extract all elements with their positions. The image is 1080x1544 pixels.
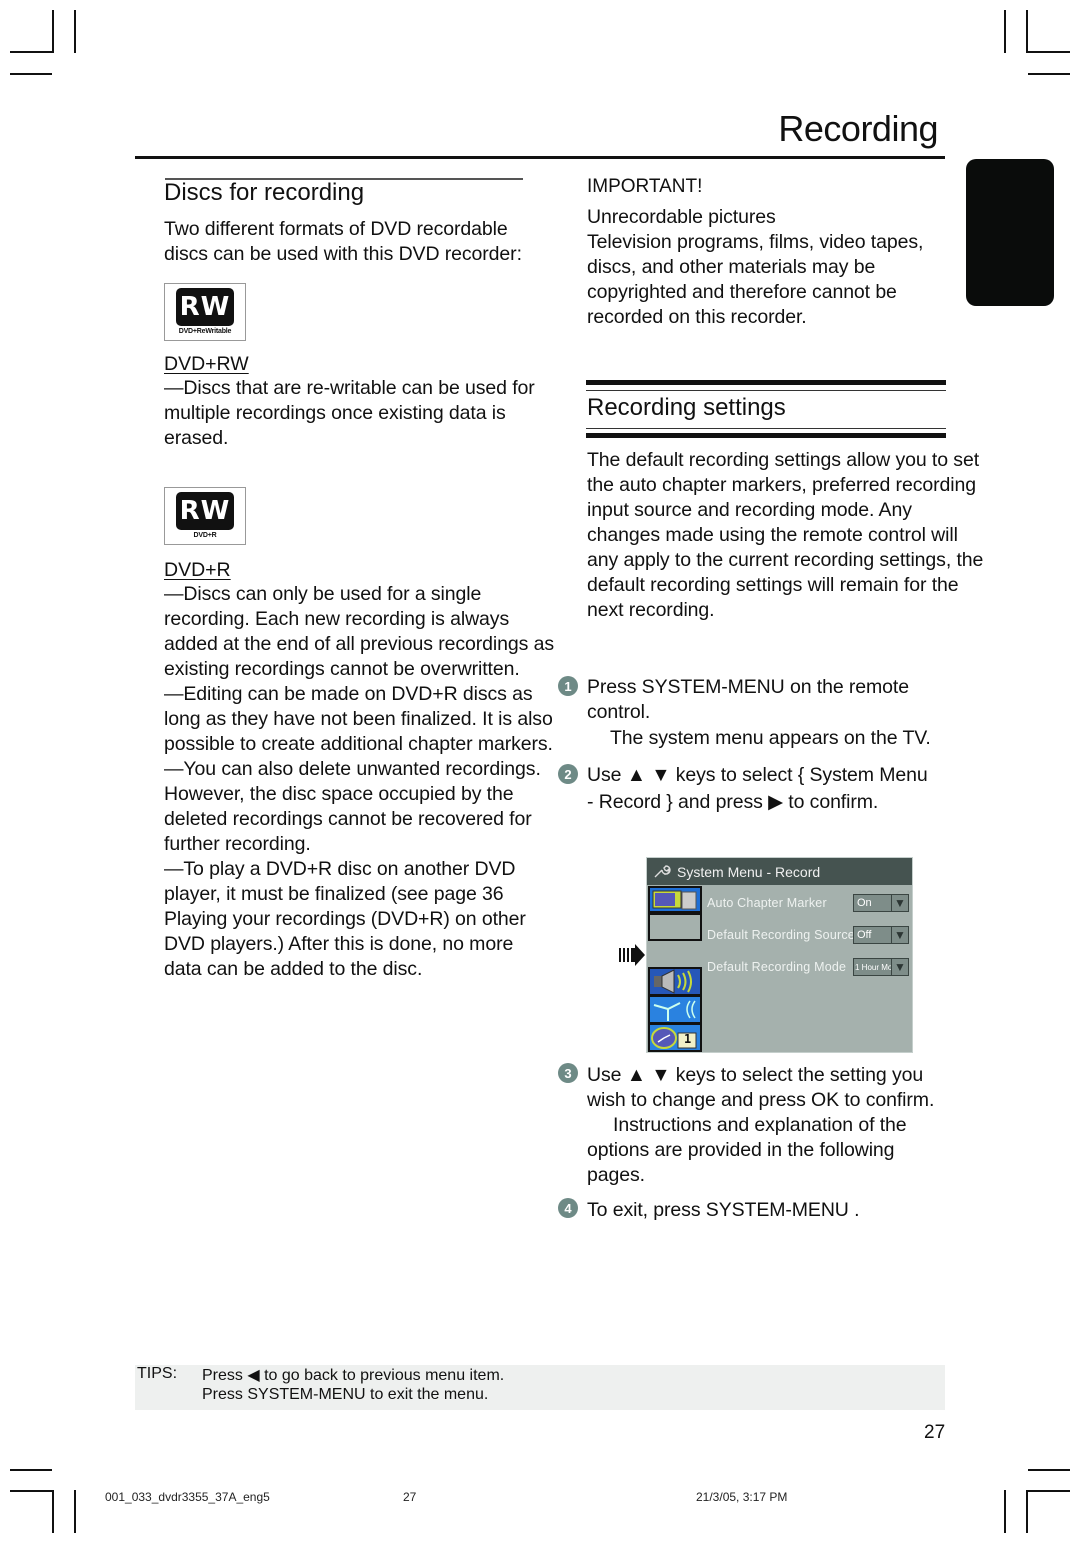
default-recording-mode-select[interactable]: 1 Hour Mode ▼ xyxy=(853,958,909,976)
title-rule xyxy=(135,156,945,159)
dvd-rw-logo: RW DVD+ReWritable xyxy=(164,283,246,341)
tips-line-1: Press ◀ to go back to previous menu item… xyxy=(202,1367,505,1384)
crop-mark xyxy=(1004,1490,1006,1533)
crop-mark xyxy=(52,10,54,53)
system-menu-panel: System Menu - Record 1 Auto Chapter Mark… xyxy=(646,857,913,1053)
dvd-r-desc-4: —To play a DVD+R disc on another DVD pla… xyxy=(164,858,526,980)
crop-mark xyxy=(10,1469,52,1471)
section-rule xyxy=(586,428,946,429)
discs-heading: Discs for recording xyxy=(164,179,365,206)
crop-mark xyxy=(74,1490,76,1533)
footer-filename: 001_033_dvdr3355_37A_eng5 xyxy=(105,1490,270,1504)
crop-mark xyxy=(1028,1469,1070,1471)
dvd-r-desc-1: —Discs can only be used for a single rec… xyxy=(164,583,554,680)
tips-line-2: Press SYSTEM-MENU to exit the menu. xyxy=(202,1386,489,1403)
logo-caption: DVD+R xyxy=(193,532,217,539)
speaker-icon[interactable] xyxy=(648,967,702,996)
crop-mark xyxy=(74,10,76,53)
antenna-icon[interactable] xyxy=(648,995,702,1024)
wrench-icon xyxy=(654,864,671,877)
step-2-text: Use ▲ ▼ keys to select { System Menu - R… xyxy=(587,764,928,813)
crop-mark xyxy=(1028,1490,1070,1492)
step-3-text: Use ▲ ▼ keys to select the setting you w… xyxy=(587,1064,935,1111)
page-title: Recording xyxy=(778,108,938,149)
step-3-note: Instructions and explanation of the opti… xyxy=(587,1114,907,1186)
step-number-3: 3 xyxy=(558,1063,578,1083)
select-value: Off xyxy=(853,926,892,944)
crop-mark xyxy=(52,1490,54,1533)
chapter-tab xyxy=(966,159,1054,306)
tv-remote-icon[interactable] xyxy=(648,886,702,913)
dvd-rw-label: DVD+RW xyxy=(164,353,249,375)
important-text: Television programs, films, video tapes,… xyxy=(587,231,924,328)
menu-row-default-recording-mode[interactable]: Default Recording Mode xyxy=(707,960,846,974)
chevron-down-icon: ▼ xyxy=(892,958,909,976)
discs-section: Discs for recording Two different format… xyxy=(164,176,554,982)
menu-row-auto-chapter-marker[interactable]: Auto Chapter Marker xyxy=(707,896,827,910)
crop-mark xyxy=(1004,10,1006,53)
dvd-r-desc-2: —Editing can be made on DVD+R discs as l… xyxy=(164,683,553,755)
chevron-down-icon: ▼ xyxy=(892,926,909,944)
dvd-r-logo: RW DVD+R xyxy=(164,487,246,545)
important-heading: IMPORTANT! xyxy=(587,176,703,197)
step-number-2: 2 xyxy=(558,764,578,784)
step-4-text: To exit, press SYSTEM-MENU . xyxy=(587,1199,860,1221)
recording-settings-intro: The default recording settings allow you… xyxy=(587,449,984,621)
dvd-rw-desc: —Discs that are re-writable can be used … xyxy=(164,377,535,449)
chevron-down-icon: ▼ xyxy=(892,894,909,912)
calendar-day: 1 xyxy=(684,1032,692,1046)
crop-mark xyxy=(10,1490,52,1492)
menu-row-default-recording-source[interactable]: Default Recording Source xyxy=(707,928,855,942)
section-rule xyxy=(586,390,946,391)
crop-mark xyxy=(1028,51,1070,53)
blank-slot xyxy=(648,913,702,941)
dvd-r-desc-3: —You can also delete unwanted recordings… xyxy=(164,758,541,855)
step-number-4: 4 xyxy=(558,1198,578,1218)
system-menu-title: System Menu - Record xyxy=(677,863,821,880)
important-section: IMPORTANT! Unrecordable pictures Televis… xyxy=(587,176,952,330)
discs-intro: Two different formats of DVD recordable … xyxy=(164,218,522,265)
menu-icon-column: 1 xyxy=(647,885,703,1052)
section-rule xyxy=(586,380,946,385)
dvd-r-label: DVD+R xyxy=(164,559,231,581)
crop-mark xyxy=(10,51,52,53)
select-value: 1 Hour Mode xyxy=(853,958,892,976)
tips-label: TIPS: xyxy=(137,1365,178,1382)
pointer-arrow-icon xyxy=(619,944,645,966)
tips-box: TIPS: Press ◀ to go back to previous men… xyxy=(135,1365,945,1410)
select-value: On xyxy=(853,894,892,912)
step-number-1: 1 xyxy=(558,676,578,696)
crop-mark xyxy=(1026,10,1028,53)
step-1-text: Press SYSTEM-MENU on the remote control. xyxy=(587,676,909,723)
auto-chapter-marker-select[interactable]: On ▼ xyxy=(853,894,909,912)
crop-mark xyxy=(1028,73,1070,75)
rw-logo-icon: RW xyxy=(176,492,234,530)
page-number: 27 xyxy=(924,1422,946,1443)
recording-settings-heading: Recording settings xyxy=(587,394,786,421)
clock-calendar-icon[interactable]: 1 xyxy=(648,1023,702,1052)
default-recording-source-select[interactable]: Off ▼ xyxy=(853,926,909,944)
rw-logo-icon: RW xyxy=(176,288,234,326)
footer-date: 21/3/05, 3:17 PM xyxy=(696,1490,788,1504)
section-rule xyxy=(586,433,946,438)
important-subheading: Unrecordable pictures xyxy=(587,206,776,228)
crop-mark xyxy=(1026,1490,1028,1533)
footer-page: 27 xyxy=(403,1490,417,1504)
logo-caption: DVD+ReWritable xyxy=(178,328,232,335)
step-1-note: The system menu appears on the TV. xyxy=(610,727,931,749)
crop-mark xyxy=(10,73,52,75)
system-menu-header: System Menu - Record xyxy=(647,858,912,885)
